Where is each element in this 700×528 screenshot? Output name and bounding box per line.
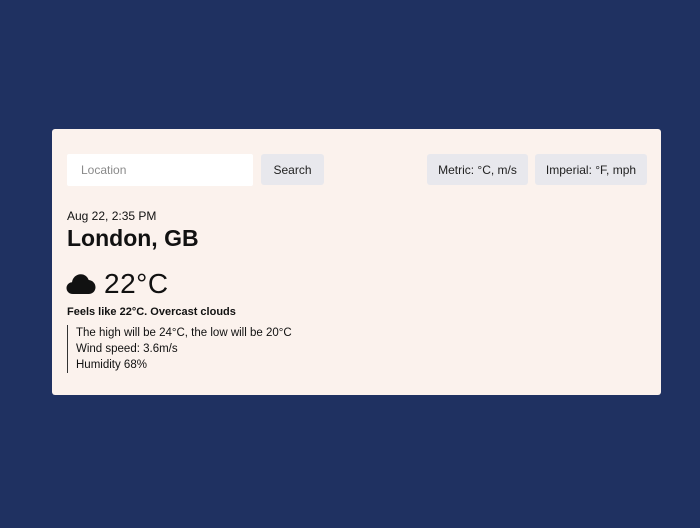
feels-like-summary: Feels like 22°C. Overcast clouds [67,306,236,318]
high-low-text: The high will be 24°C, the low will be 2… [76,327,292,339]
temperature: 22°C [104,268,169,299]
cloud-icon [66,273,96,295]
wind-speed-text: Wind speed: 3.6m/s [76,343,178,355]
weather-details: The high will be 24°C, the low will be 2… [67,325,292,373]
temperature-row: 22°C [66,267,169,301]
weather-card: Search Metric: °C, m/s Imperial: °F, mph… [52,129,661,395]
search-button[interactable]: Search [261,154,324,185]
city-name: London, GB [67,225,199,251]
location-input[interactable] [67,154,253,186]
date-time: Aug 22, 2:35 PM [67,209,157,223]
imperial-units-button[interactable]: Imperial: °F, mph [535,154,647,185]
metric-units-button[interactable]: Metric: °C, m/s [427,154,528,185]
humidity-text: Humidity 68% [76,359,147,371]
